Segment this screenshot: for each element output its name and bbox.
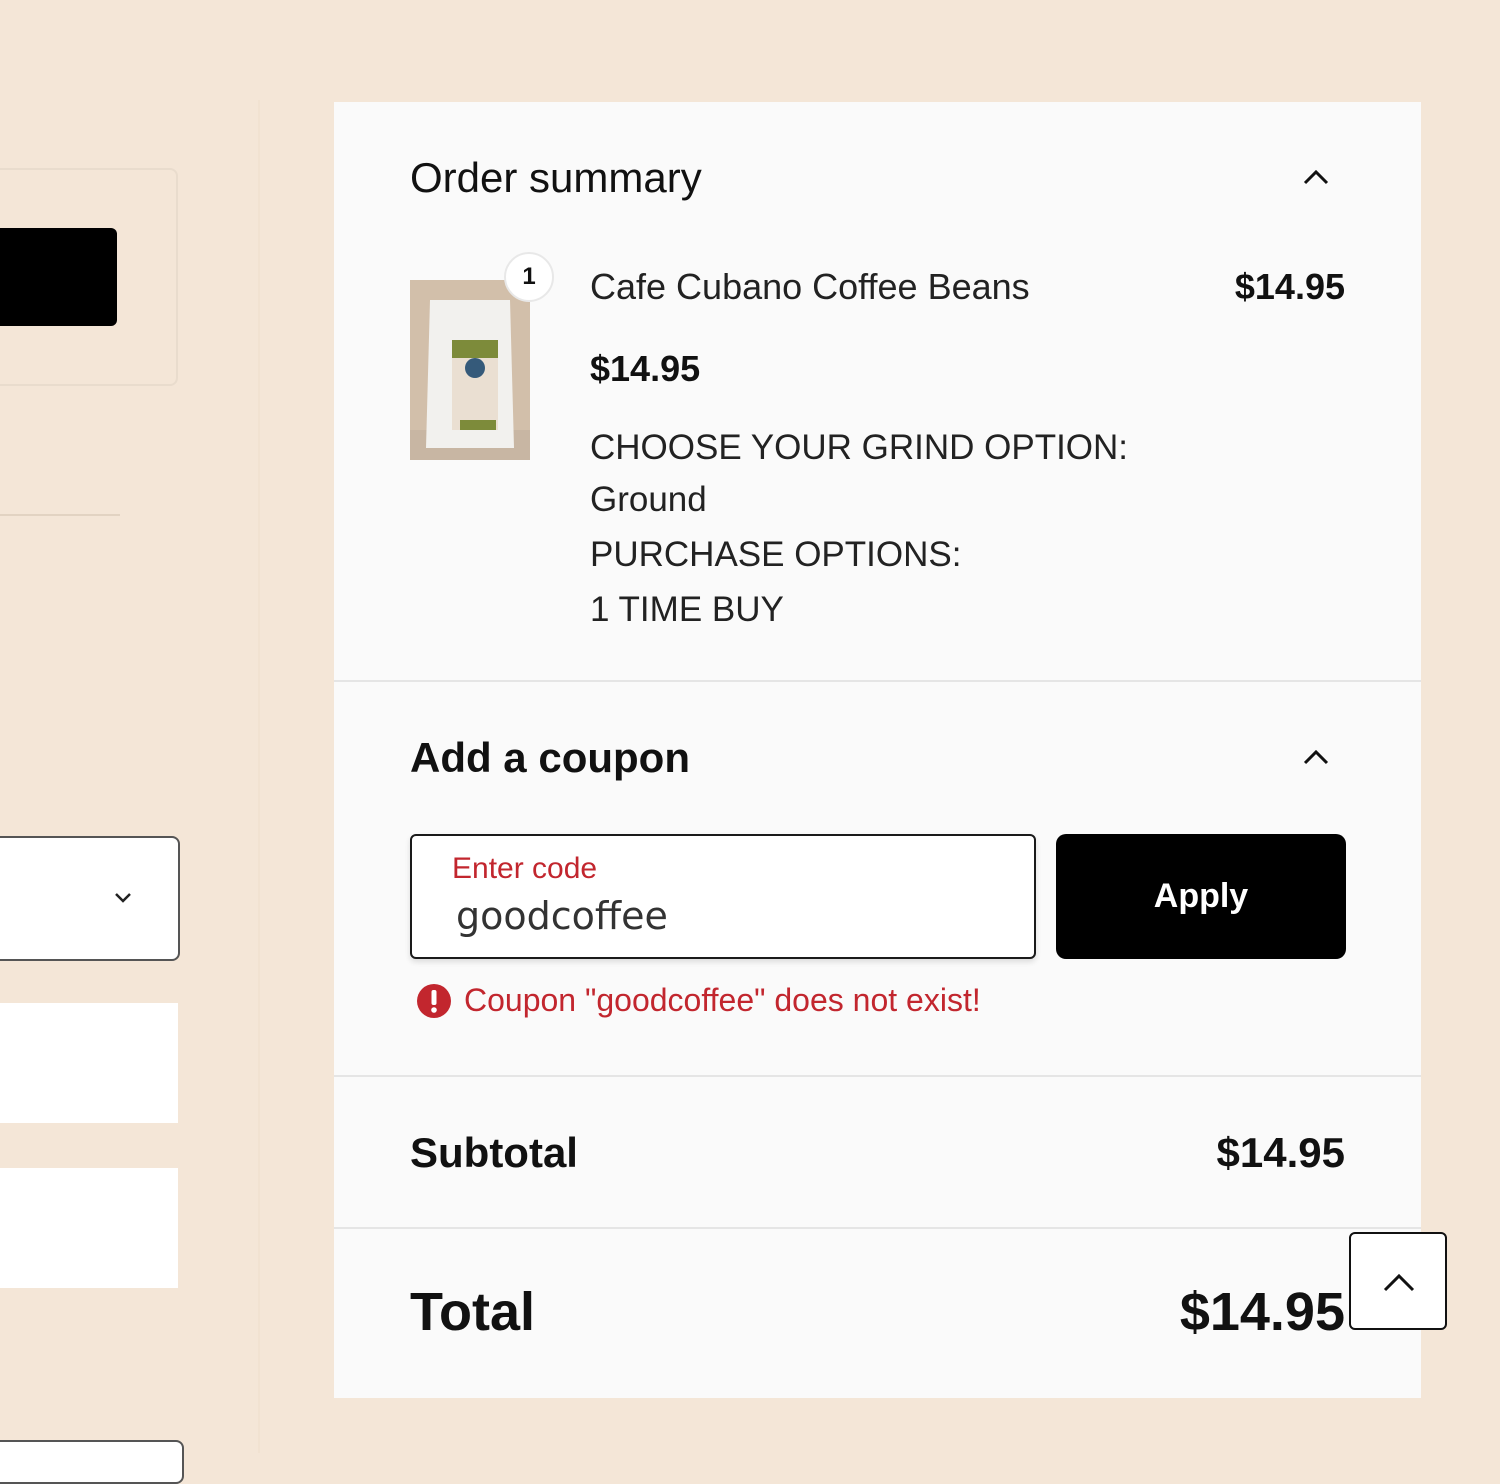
product-name: Cafe Cubano Coffee Beans — [590, 266, 1030, 307]
coupon-code-label: Enter code — [452, 852, 598, 885]
scroll-to-top-button[interactable] — [1349, 1232, 1447, 1330]
product-unit-price: $14.95 — [590, 348, 701, 389]
left-bottom-field[interactable] — [0, 1440, 184, 1484]
left-input-field[interactable] — [0, 1168, 178, 1288]
error-icon — [417, 983, 451, 1018]
product-option: Ground — [590, 480, 707, 519]
coupon-code-field[interactable]: Enter code — [410, 834, 1036, 959]
left-input-field[interactable] — [0, 1003, 178, 1123]
order-summary-title: Order summary — [410, 154, 702, 201]
chevron-up-icon[interactable] — [1301, 167, 1331, 187]
product-option: CHOOSE YOUR GRIND OPTION: — [590, 428, 1129, 467]
subtotal-value: $14.95 — [1216, 1129, 1345, 1176]
total-value: $14.95 — [1179, 1282, 1345, 1342]
coupon-code-input[interactable] — [456, 894, 996, 938]
order-summary-section: Order summary 1 Cafe Cubano Coffee Beans… — [334, 102, 1421, 682]
coupon-section: Add a coupon Enter code Apply Coupon "go… — [334, 682, 1421, 1077]
total-label: Total — [410, 1282, 535, 1342]
apply-button[interactable]: Apply — [1056, 834, 1346, 959]
product-line-price: $14.95 — [1234, 266, 1345, 307]
left-divider-line — [0, 514, 120, 516]
subtotal-label: Subtotal — [410, 1129, 578, 1176]
column-divider — [258, 100, 260, 1453]
product-thumbnail: 1 — [410, 252, 554, 460]
left-primary-button[interactable] — [0, 228, 117, 326]
chevron-down-icon — [115, 893, 131, 903]
coupon-title: Add a coupon — [410, 734, 690, 781]
order-summary-panel: Order summary 1 Cafe Cubano Coffee Beans… — [334, 102, 1421, 1398]
total-row: Total $14.95 — [334, 1229, 1421, 1400]
left-select[interactable] — [0, 836, 180, 961]
product-option: 1 TIME BUY — [590, 590, 784, 629]
subtotal-row: Subtotal $14.95 — [334, 1077, 1421, 1229]
scroll-top-icon — [1383, 1273, 1415, 1292]
coupon-error: Coupon "goodcoffee" does not exist! — [416, 982, 981, 1019]
chevron-up-icon[interactable] — [1301, 747, 1331, 767]
coffee-bag-image — [410, 280, 530, 460]
product-option: PURCHASE OPTIONS: — [590, 535, 962, 574]
coupon-error-text: Coupon "goodcoffee" does not exist! — [464, 982, 981, 1018]
quantity-badge: 1 — [504, 252, 554, 302]
